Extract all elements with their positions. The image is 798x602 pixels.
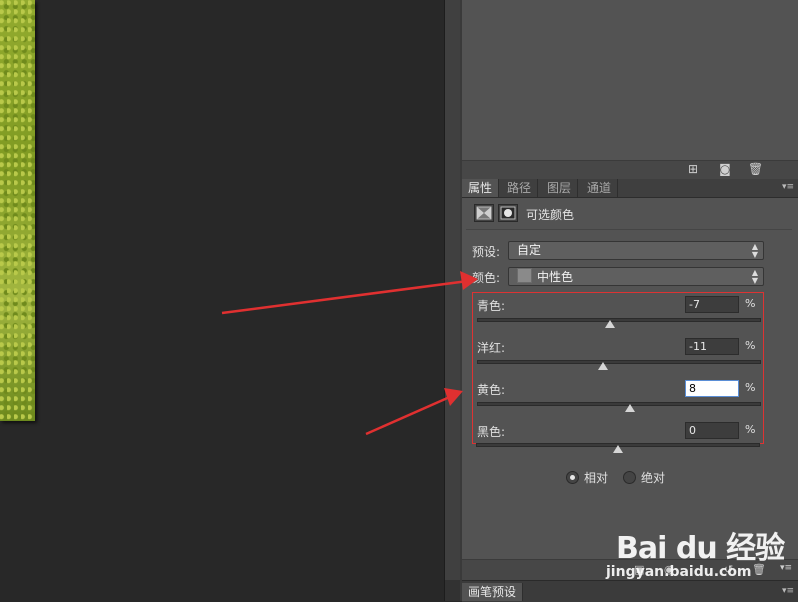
annotation-arrow-1 bbox=[221, 279, 469, 315]
annotation-arrowhead-1 bbox=[460, 271, 478, 290]
annotation-arrow-2 bbox=[365, 394, 453, 436]
watermark-url: jingyan.baidu.com bbox=[606, 564, 752, 580]
baidu-jingyan-logo: Bai du 经验 bbox=[616, 531, 785, 566]
annotation-arrows bbox=[221, 271, 478, 436]
